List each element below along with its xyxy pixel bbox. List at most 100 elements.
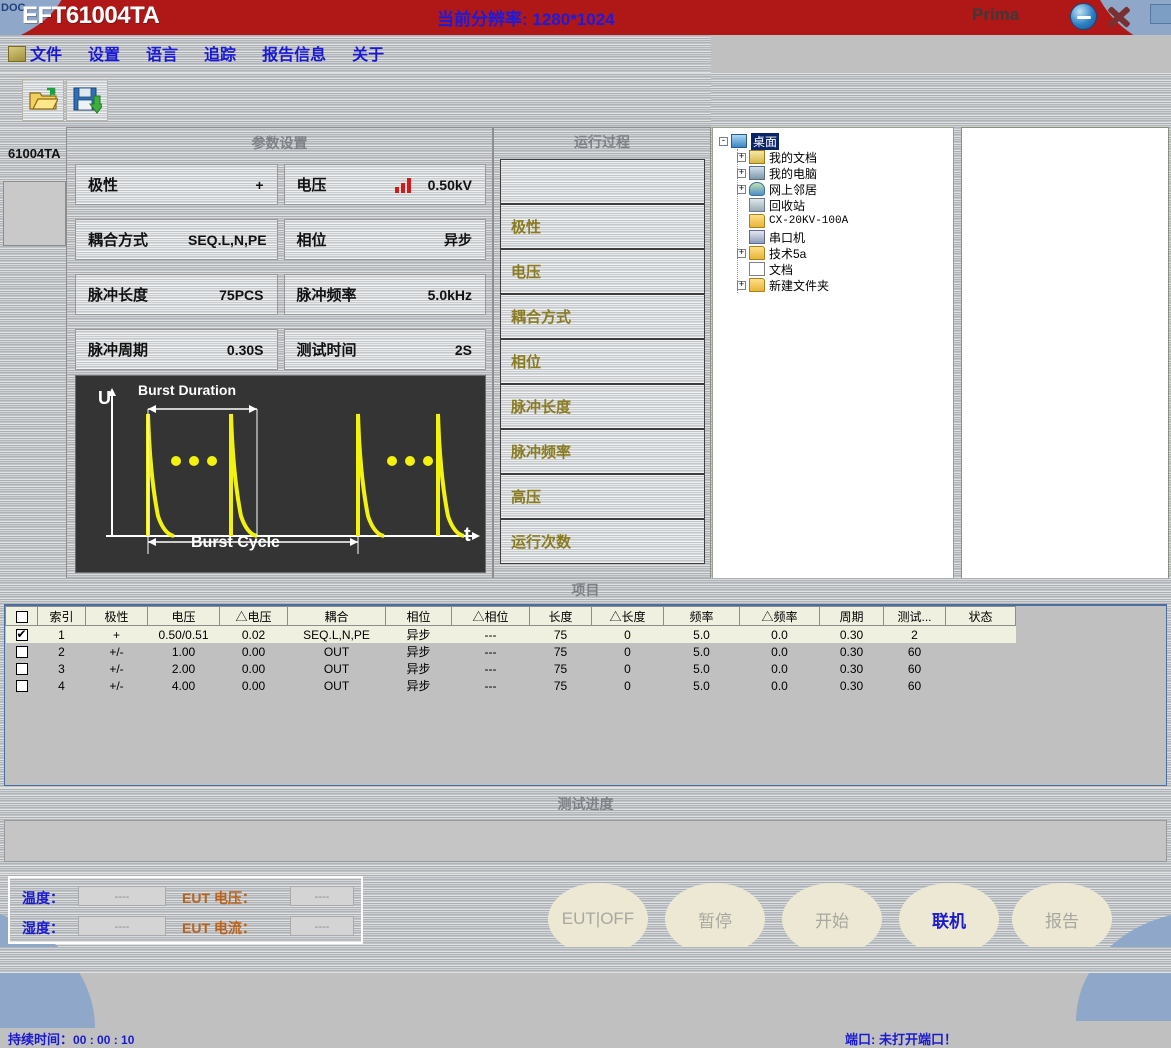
pause-button[interactable]: 暂停: [665, 883, 765, 955]
tree-expander-icon[interactable]: -: [719, 137, 728, 146]
cell-polarity: +/-: [86, 660, 148, 677]
table-row[interactable]: 4 +/- 4.00 0.00 OUT 异步 --- 75 0 5.0 0.0 …: [6, 677, 1016, 694]
param-coupling[interactable]: 耦合方式 SEQ.L,N,PE: [75, 219, 278, 260]
tree-expander-icon[interactable]: +: [737, 169, 746, 178]
table-row[interactable]: 1 + 0.50/0.51 0.02 SEQ.L,N,PE 异步 --- 75 …: [6, 626, 1016, 644]
row-checkbox[interactable]: [16, 680, 28, 692]
minimize-icon[interactable]: [1070, 3, 1097, 30]
start-button[interactable]: 开始: [782, 883, 882, 955]
tree-node-recycle-bin[interactable]: 回收站: [737, 197, 848, 213]
col-delta-frequency[interactable]: △频率: [740, 607, 820, 626]
col-voltage[interactable]: 电压: [148, 607, 220, 626]
cell-delta-length: 0: [592, 626, 664, 644]
tree-node-label: 桌面: [751, 133, 779, 150]
tree-expander-icon[interactable]: +: [737, 249, 746, 258]
col-coupling[interactable]: 耦合: [288, 607, 386, 626]
cell-phase: 异步: [386, 677, 452, 694]
param-pulse-frequency[interactable]: 脉冲频率 5.0kHz: [284, 274, 487, 315]
file-tree-panel[interactable]: - 桌面 + 我的文档 + 我的电脑 +: [712, 127, 954, 630]
restore-icon[interactable]: [1150, 4, 1171, 24]
run-row-high-voltage[interactable]: 高压: [500, 474, 705, 519]
waveform-diagram: U t Burst Duration Burst Cycle: [75, 375, 486, 573]
table-row[interactable]: 3 +/- 2.00 0.00 OUT 异步 --- 75 0 5.0 0.0 …: [6, 660, 1016, 677]
col-length[interactable]: 长度: [530, 607, 592, 626]
tree-expander-icon[interactable]: +: [737, 153, 746, 162]
row-checkbox-cell[interactable]: [6, 626, 38, 644]
tree-node-tech5a[interactable]: + 技术5a: [737, 245, 848, 261]
col-delta-length[interactable]: △长度: [592, 607, 664, 626]
online-button[interactable]: 联机: [899, 883, 999, 955]
col-index[interactable]: 索引: [38, 607, 86, 626]
items-table-wrapper[interactable]: 索引 极性 电压 △电压 耦合 相位 △相位 长度 △长度 频率 △频率 周期 …: [4, 604, 1167, 786]
tree-expander-icon[interactable]: +: [737, 185, 746, 194]
run-row-run-count-label: 运行次数: [511, 531, 571, 552]
col-status[interactable]: 状态: [946, 607, 1016, 626]
col-delta-voltage[interactable]: △电压: [220, 607, 288, 626]
duration-label: 持续时间：: [8, 1032, 73, 1047]
col-select-all[interactable]: [6, 607, 38, 626]
status-strip: 持续时间：00 : 00 : 10 端口: 未打开端口！: [0, 947, 1171, 973]
menu-item-report-info[interactable]: 报告信息: [262, 41, 326, 65]
tree-node-label: 我的文档: [769, 149, 817, 166]
param-pulse-period[interactable]: 脉冲周期 0.30S: [75, 329, 278, 370]
select-all-checkbox[interactable]: [16, 611, 28, 623]
param-test-time[interactable]: 测试时间 2S: [284, 329, 487, 370]
col-frequency[interactable]: 频率: [664, 607, 740, 626]
save-disk-icon[interactable]: [66, 79, 108, 121]
param-voltage[interactable]: 电压 0.50kV: [284, 164, 487, 205]
tree-node-desktop[interactable]: - 桌面: [719, 133, 848, 149]
col-delta-phase[interactable]: △相位: [452, 607, 530, 626]
open-folder-icon[interactable]: [22, 79, 64, 121]
model-label: 61004TA: [8, 146, 61, 161]
col-test-time[interactable]: 测试...: [884, 607, 946, 626]
row-checkbox[interactable]: [16, 663, 28, 675]
tree-node-new-folder[interactable]: + 新建文件夹: [737, 277, 848, 293]
preview-panel[interactable]: [961, 127, 1169, 630]
cell-delta-frequency: 0.0: [740, 626, 820, 644]
cell-status: [946, 677, 1016, 694]
run-row-voltage[interactable]: 电压: [500, 249, 705, 294]
menu-item-file[interactable]: 文件: [30, 41, 62, 65]
tree-node-serial[interactable]: 串口机: [737, 229, 848, 245]
row-checkbox-cell[interactable]: [6, 677, 38, 694]
run-row-run-count[interactable]: 运行次数: [500, 519, 705, 564]
cell-delta-phase: ---: [452, 677, 530, 694]
tree-node-cx20kv[interactable]: CX-20KV-100A: [737, 213, 848, 229]
col-phase[interactable]: 相位: [386, 607, 452, 626]
col-polarity[interactable]: 极性: [86, 607, 148, 626]
tree-node-my-documents[interactable]: + 我的文档: [737, 149, 848, 165]
tree-node-label: CX-20KV-100A: [769, 215, 848, 227]
close-icon[interactable]: [1104, 3, 1134, 31]
row-checkbox[interactable]: [16, 629, 28, 641]
row-checkbox-cell[interactable]: [6, 643, 38, 660]
tree-expander-icon[interactable]: +: [737, 281, 746, 290]
tree-node-my-computer[interactable]: + 我的电脑: [737, 165, 848, 181]
param-row-period-testtime: 脉冲周期 0.30S 测试时间 2S: [75, 329, 486, 370]
row-checkbox-cell[interactable]: [6, 660, 38, 677]
table-row[interactable]: 2 +/- 1.00 0.00 OUT 异步 --- 75 0 5.0 0.0 …: [6, 643, 1016, 660]
col-period[interactable]: 周期: [820, 607, 884, 626]
param-polarity[interactable]: 极性 +: [75, 164, 278, 205]
menu-bar: 文件 设置 语言 追踪 报告信息 关于: [0, 35, 711, 73]
menu-item-language[interactable]: 语言: [146, 41, 178, 65]
menu-item-settings[interactable]: 设置: [88, 41, 120, 65]
row-checkbox[interactable]: [16, 646, 28, 658]
run-row-polarity[interactable]: 极性: [500, 204, 705, 249]
tree-node-document[interactable]: 文档: [737, 261, 848, 277]
run-row-pulse-length[interactable]: 脉冲长度: [500, 384, 705, 429]
run-row-pulse-length-label: 脉冲长度: [511, 396, 571, 417]
tree-node-label: 新建文件夹: [769, 277, 829, 294]
run-row-phase[interactable]: 相位: [500, 339, 705, 384]
param-phase[interactable]: 相位 异步: [284, 219, 487, 260]
tree-node-network[interactable]: + 网上邻居: [737, 181, 848, 197]
param-pulse-length[interactable]: 脉冲长度 75PCS: [75, 274, 278, 315]
run-row-pulse-frequency[interactable]: 脉冲频率: [500, 429, 705, 474]
report-button[interactable]: 报告: [1012, 883, 1112, 955]
run-row-coupling[interactable]: 耦合方式: [500, 294, 705, 339]
cell-test-time: 60: [884, 660, 946, 677]
eut-off-button[interactable]: EUT|OFF: [548, 883, 648, 955]
run-row-blank[interactable]: [500, 159, 705, 204]
cell-length: 75: [530, 660, 592, 677]
menu-item-trace[interactable]: 追踪: [204, 41, 236, 65]
menu-item-about[interactable]: 关于: [352, 41, 384, 65]
